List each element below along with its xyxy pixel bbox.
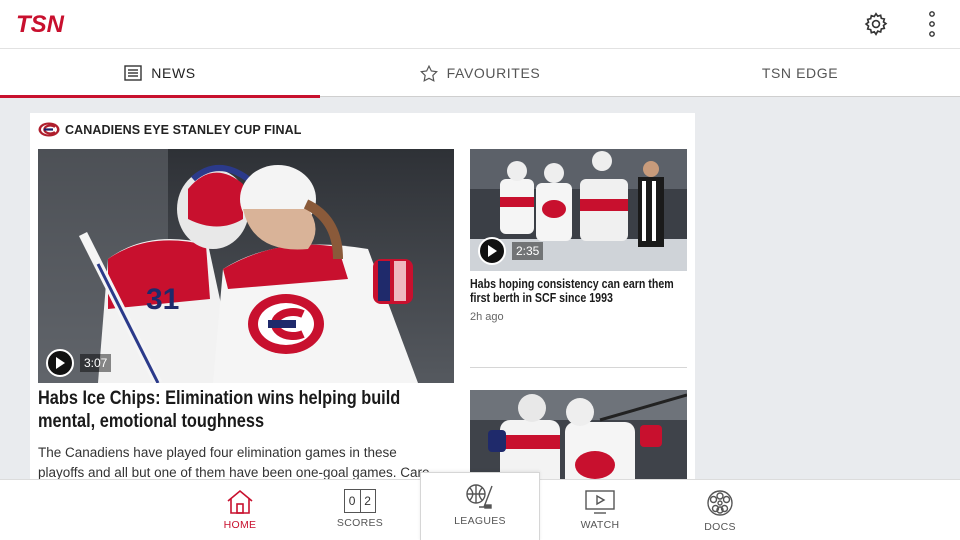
section-title: CANADIENS EYE STANLEY CUP FINAL xyxy=(65,122,302,137)
story-divider xyxy=(470,367,687,368)
tab-bar: NEWS FAVOURITES TSN EDGE xyxy=(0,48,960,98)
tab-news-label: NEWS xyxy=(151,65,196,81)
film-reel-icon xyxy=(707,490,733,516)
scoreboard-left: 0 xyxy=(345,490,361,512)
bottom-navigation: HOME 0 2 SCORES LEAGUES WATCH DOCS xyxy=(0,472,960,540)
scoreboard-right: 2 xyxy=(364,494,372,508)
section-header[interactable]: CANADIENS EYE STANLEY CUP FINAL xyxy=(38,122,301,137)
vertical-dots-icon xyxy=(929,11,935,37)
nav-watch[interactable]: WATCH xyxy=(540,480,660,540)
gear-icon xyxy=(864,12,888,36)
nav-docs[interactable]: DOCS xyxy=(660,480,780,540)
main-story-image[interactable]: 31 3:07 xyxy=(38,149,454,383)
svg-text:TSN: TSN xyxy=(16,11,65,36)
play-icon xyxy=(46,349,74,377)
nav-leagues-label: LEAGUES xyxy=(454,515,506,527)
tab-favourites[interactable]: FAVOURITES xyxy=(320,49,640,97)
nav-docs-label: DOCS xyxy=(704,521,736,533)
main-story-summary: The Canadiens have played four eliminati… xyxy=(38,445,430,480)
nav-home-label: HOME xyxy=(223,519,257,531)
main-video-duration[interactable]: 3:07 xyxy=(46,349,112,377)
more-options-button[interactable] xyxy=(918,8,946,40)
tab-tsn-edge[interactable]: TSN EDGE xyxy=(640,49,960,97)
scoreboard-icon: 0 2 xyxy=(344,489,376,513)
news-card: CANADIENS EYE STANLEY CUP FINAL 31 3:07 … xyxy=(30,113,695,493)
side-video-duration[interactable]: 2:35 xyxy=(478,237,544,265)
nav-leagues[interactable]: LEAGUES xyxy=(420,472,540,540)
nav-scores[interactable]: 0 2 SCORES xyxy=(300,480,420,540)
tab-tsn-edge-label: TSN EDGE xyxy=(761,65,839,81)
nav-home[interactable]: HOME xyxy=(180,480,300,540)
tab-favourites-label: FAVOURITES xyxy=(446,65,541,81)
main-story-headline[interactable]: Habs Ice Chips: Elimination wins helping… xyxy=(38,387,454,433)
main-video-duration-text: 3:07 xyxy=(80,354,112,372)
side-story-image[interactable]: 2:35 xyxy=(470,149,687,271)
canadiens-logo-icon xyxy=(38,122,60,137)
star-icon xyxy=(419,64,438,82)
play-icon xyxy=(478,237,506,265)
side-story-headline[interactable]: Habs hoping consistency can earn them fi… xyxy=(470,277,691,305)
newspaper-icon xyxy=(124,65,142,81)
side-video-duration-text: 2:35 xyxy=(512,242,544,260)
side-story-timestamp: 2h ago xyxy=(470,311,504,323)
tsn-logo[interactable]: TSN xyxy=(14,10,92,41)
nav-scores-label: SCORES xyxy=(336,517,384,529)
nav-watch-label: WATCH xyxy=(580,519,620,531)
settings-button[interactable] xyxy=(860,8,892,40)
tab-news[interactable]: NEWS xyxy=(0,49,320,98)
svg-text:31: 31 xyxy=(146,283,179,316)
home-icon xyxy=(227,489,253,514)
play-screen-icon xyxy=(585,490,615,514)
app-bar: TSN xyxy=(0,0,960,48)
hockey-basketball-icon xyxy=(466,484,493,509)
